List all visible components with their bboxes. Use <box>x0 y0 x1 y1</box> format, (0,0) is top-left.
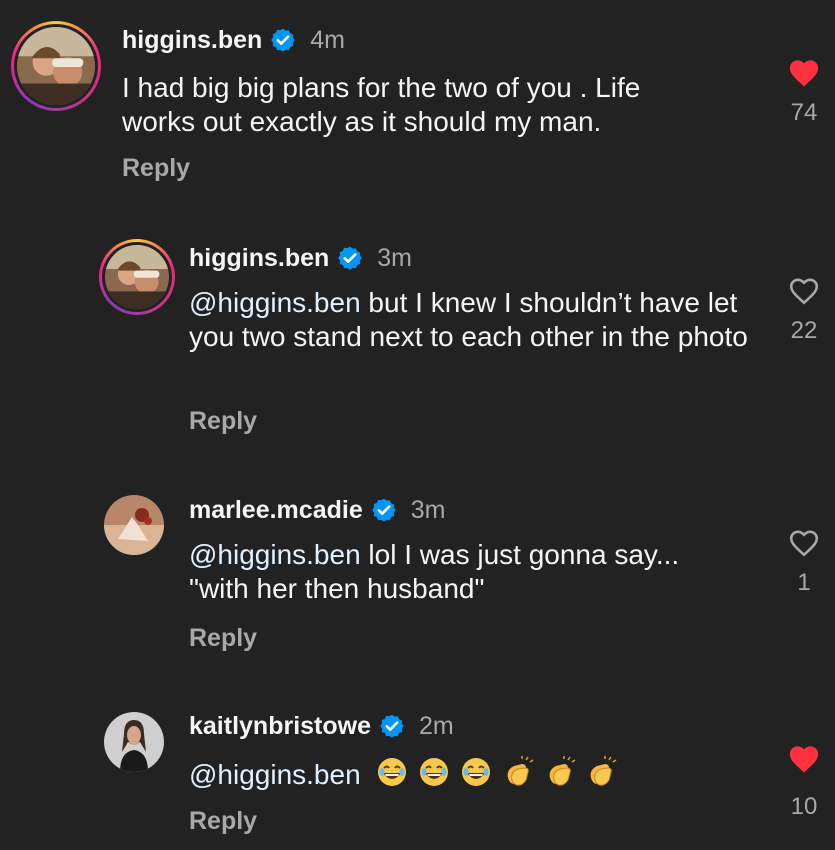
emoji-row <box>374 756 617 790</box>
username[interactable]: higgins.ben <box>122 26 262 55</box>
verified-badge-icon <box>380 714 404 738</box>
comment-header: higgins.ben 3m <box>189 242 412 274</box>
avatar-photo <box>17 27 95 105</box>
timestamp: 3m <box>410 495 446 524</box>
comment-body: I had big big plans for the two of you .… <box>122 72 641 138</box>
verified-badge-icon <box>371 498 396 522</box>
like-count: 1 <box>797 569 811 596</box>
comment-header: kaitlynbristowe 2m <box>189 710 454 742</box>
mention-link[interactable]: @higgins.ben <box>189 759 361 790</box>
heart-outline-icon <box>789 278 819 305</box>
reply-comment: kaitlynbristowe 2m @higgins.ben Reply 10 <box>0 700 835 850</box>
comment-text: @higgins.ben <box>189 756 749 792</box>
comment: higgins.ben 4m I had big big plans for t… <box>0 0 835 200</box>
mention-link[interactable]: @higgins.ben <box>189 539 361 570</box>
clapping-emoji <box>590 756 617 786</box>
username[interactable]: marlee.mcadie <box>189 496 363 525</box>
avatar[interactable] <box>11 21 101 111</box>
like-count: 74 <box>790 99 818 126</box>
reply-button[interactable]: Reply <box>189 807 257 836</box>
like-button[interactable]: 22 <box>774 274 834 345</box>
avatar-photo <box>104 495 164 555</box>
timestamp: 2m <box>419 711 454 740</box>
mention-link[interactable]: @higgins.ben <box>189 287 361 318</box>
like-button[interactable]: 1 <box>774 526 834 597</box>
avatar[interactable] <box>104 712 164 772</box>
laughing-emoji <box>420 758 449 786</box>
heart-outline-icon <box>789 530 819 557</box>
heart-filled-icon <box>789 746 819 773</box>
laughing-emoji <box>462 758 490 786</box>
like-count: 10 <box>790 793 818 820</box>
avatar-photo <box>104 712 164 772</box>
username[interactable]: kaitlynbristowe <box>189 712 371 741</box>
heart-filled-icon <box>789 60 819 87</box>
laughing-emoji <box>378 758 407 786</box>
reply-button[interactable]: Reply <box>189 624 257 653</box>
comment-text: @higgins.ben but I knew I shouldn’t have… <box>189 286 749 355</box>
verified-badge-icon <box>271 28 296 52</box>
comment-header: higgins.ben 4m <box>122 24 345 56</box>
comment-thread: higgins.ben 4m I had big big plans for t… <box>0 0 835 850</box>
timestamp: 3m <box>377 243 413 272</box>
comment-text: I had big big plans for the two of you .… <box>122 71 702 140</box>
avatar[interactable] <box>99 239 175 315</box>
reply-button[interactable]: Reply <box>189 407 257 436</box>
clapping-emoji <box>507 756 534 786</box>
verified-badge-icon <box>338 246 363 270</box>
clapping-emoji <box>549 756 575 786</box>
reply-button[interactable]: Reply <box>122 154 190 183</box>
username[interactable]: higgins.ben <box>189 244 329 273</box>
comment-text: @higgins.ben lol I was just gonna say...… <box>189 538 729 607</box>
avatar[interactable] <box>104 495 164 555</box>
like-count: 22 <box>790 317 818 344</box>
like-button[interactable]: 74 <box>774 56 834 127</box>
comment-header: marlee.mcadie 3m <box>189 494 445 526</box>
reply-comment: higgins.ben 3m @higgins.ben but I knew I… <box>0 230 835 450</box>
timestamp: 4m <box>310 25 346 54</box>
avatar-photo <box>105 245 169 309</box>
like-button[interactable]: 10 <box>774 742 834 821</box>
reply-comment: marlee.mcadie 3m @higgins.ben lol I was … <box>0 480 835 680</box>
